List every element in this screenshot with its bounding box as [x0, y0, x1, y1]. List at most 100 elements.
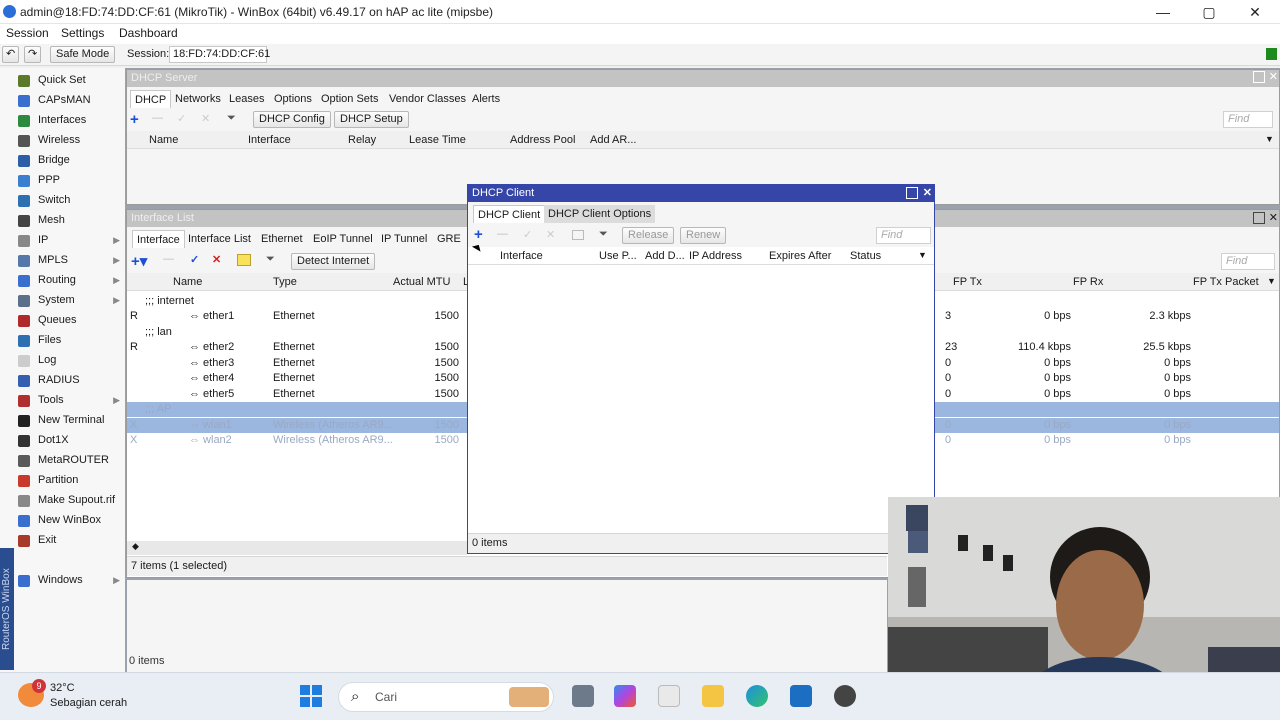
col-fp-tx-packet[interactable]: FP Tx Packet: [1193, 276, 1259, 288]
sidebar-item-new-terminal[interactable]: New Terminal: [16, 411, 124, 430]
renew-button[interactable]: Renew: [680, 227, 727, 244]
interface-tab-1[interactable]: Interface List: [184, 230, 255, 248]
columns-dropdown-icon[interactable]: ▼: [918, 250, 927, 260]
dhcp-config-button[interactable]: DHCP Config: [253, 111, 331, 128]
dhcp-server-tab-3[interactable]: Options: [270, 90, 316, 108]
sidebar-item-capsman[interactable]: CAPsMAN: [16, 91, 124, 110]
tab-dhcp-client[interactable]: DHCP Client: [473, 205, 546, 223]
dhcp-server-tab-6[interactable]: Alerts: [468, 90, 504, 108]
col-status[interactable]: Status: [850, 250, 881, 262]
session-field[interactable]: 18:FD:74:DD:CF:61: [169, 46, 270, 63]
sidebar-item-wireless[interactable]: Wireless: [16, 131, 124, 150]
interface-tab-3[interactable]: EoIP Tunnel: [309, 230, 377, 248]
col-type[interactable]: Type: [273, 276, 297, 288]
sidebar-item-log[interactable]: Log: [16, 351, 124, 370]
sidebar-item-bridge[interactable]: Bridge: [16, 151, 124, 170]
sidebar-item-files[interactable]: Files: [16, 331, 124, 350]
interface-tab-4[interactable]: IP Tunnel: [377, 230, 431, 248]
sidebar-item-routing[interactable]: Routing ▶: [16, 271, 124, 290]
remove-icon[interactable]: —: [163, 253, 174, 265]
dhcp-server-tab-5[interactable]: Vendor Classes: [385, 90, 470, 108]
detect-internet-button[interactable]: Detect Internet: [291, 253, 376, 270]
sidebar-item-mpls[interactable]: MPLS ▶: [16, 251, 124, 270]
interface-find-input[interactable]: Find: [1221, 253, 1275, 270]
disable-icon[interactable]: ✕: [201, 112, 210, 125]
sidebar-item-mesh[interactable]: Mesh: [16, 211, 124, 230]
sidebar-item-metarouter[interactable]: MetaROUTER: [16, 451, 124, 470]
horizontal-scrollbar[interactable]: ◆: [127, 541, 467, 555]
enable-icon[interactable]: ✓: [177, 112, 186, 125]
col-interface[interactable]: Interface: [248, 134, 291, 146]
col-relay[interactable]: Relay: [348, 134, 376, 146]
close-icon[interactable]: ✕: [923, 186, 932, 199]
redo-button[interactable]: ↷: [24, 46, 42, 63]
dhcp-server-tab-1[interactable]: Networks: [171, 90, 225, 108]
sidebar-item-radius[interactable]: RADIUS: [16, 371, 124, 390]
dhcp-setup-button[interactable]: DHCP Setup: [334, 111, 409, 128]
disable-icon[interactable]: ✕: [546, 228, 555, 241]
col-add-default[interactable]: Add D...: [645, 250, 685, 262]
comment-icon[interactable]: [572, 230, 584, 240]
close-icon[interactable]: ✕: [1269, 211, 1278, 224]
col-name[interactable]: Name: [173, 276, 202, 288]
col-expires-after[interactable]: Expires After: [769, 250, 831, 262]
col-fp-tx[interactable]: FP Tx: [953, 276, 982, 288]
sidebar-item-exit[interactable]: Exit: [16, 531, 124, 550]
dhcp-server-tab-2[interactable]: Leases: [225, 90, 268, 108]
sidebar-item-quick-set[interactable]: Quick Set: [16, 71, 124, 90]
filter-icon[interactable]: ⏷: [227, 112, 236, 125]
app-icon[interactable]: [790, 685, 812, 707]
dhcp-client-find-input[interactable]: Find: [876, 227, 931, 244]
col-add-arp[interactable]: Add AR...: [590, 134, 636, 146]
sidebar-item-ip[interactable]: IP ▶: [16, 231, 124, 250]
close-button[interactable]: ✕: [1232, 0, 1278, 24]
menu-session[interactable]: Session: [6, 26, 49, 40]
copilot-icon[interactable]: [614, 685, 636, 707]
restore-icon[interactable]: [1253, 212, 1265, 224]
sidebar-item-interfaces[interactable]: Interfaces: [16, 111, 124, 130]
close-icon[interactable]: ✕: [1269, 70, 1278, 83]
comment-icon[interactable]: [237, 254, 251, 266]
sidebar-item-new-winbox[interactable]: New WinBox: [16, 511, 124, 530]
col-lease-time[interactable]: Lease Time: [409, 134, 466, 146]
scroll-left-icon[interactable]: ◆: [132, 541, 139, 552]
winbox-taskbar-icon[interactable]: [834, 685, 856, 707]
dhcp-server-tab-0[interactable]: DHCP: [130, 90, 172, 108]
add-icon[interactable]: +▾: [131, 252, 147, 270]
columns-dropdown-icon[interactable]: ▼: [1265, 134, 1274, 144]
interface-tab-0[interactable]: Interface: [132, 230, 185, 248]
col-actual-mtu[interactable]: Actual MTU: [393, 276, 450, 288]
restore-icon[interactable]: [906, 187, 918, 199]
enable-icon[interactable]: ✓: [190, 253, 199, 266]
menu-settings[interactable]: Settings: [61, 26, 104, 40]
sidebar-item-queues[interactable]: Queues: [16, 311, 124, 330]
col-fp-rx[interactable]: FP Rx: [1073, 276, 1103, 288]
undo-button[interactable]: ↶: [2, 46, 20, 63]
sidebar-item-windows[interactable]: Windows ▶: [16, 571, 124, 590]
add-icon[interactable]: +: [474, 226, 483, 243]
sidebar-item-system[interactable]: System ▶: [16, 291, 124, 310]
remove-icon[interactable]: —: [497, 228, 508, 240]
sidebar-item-tools[interactable]: Tools ▶: [16, 391, 124, 410]
enable-icon[interactable]: ✓: [523, 228, 532, 241]
tab-dhcp-client-options[interactable]: DHCP Client Options: [544, 205, 656, 223]
col-ip-address[interactable]: IP Address: [689, 250, 742, 262]
dhcp-server-find-input[interactable]: Find: [1223, 111, 1273, 128]
store-icon[interactable]: [658, 685, 680, 707]
sidebar-item-partition[interactable]: Partition: [16, 471, 124, 490]
col-interface[interactable]: Interface: [500, 250, 543, 262]
col-address-pool[interactable]: Address Pool: [510, 134, 575, 146]
dhcp-server-tab-4[interactable]: Option Sets: [317, 90, 382, 108]
filter-icon[interactable]: ⏷: [266, 253, 275, 266]
release-button[interactable]: Release: [622, 227, 675, 244]
task-view-icon[interactable]: [572, 685, 594, 707]
minimize-button[interactable]: —: [1140, 0, 1186, 24]
remove-icon[interactable]: —: [152, 112, 170, 128]
columns-dropdown-icon[interactable]: ▼: [1267, 276, 1276, 286]
col-use-peer[interactable]: Use P...: [599, 250, 637, 262]
file-explorer-icon[interactable]: [702, 685, 724, 707]
sidebar-item-make-supout-rif[interactable]: Make Supout.rif: [16, 491, 124, 510]
interface-tab-2[interactable]: Ethernet: [257, 230, 307, 248]
edge-icon[interactable]: [746, 685, 768, 707]
maximize-button[interactable]: ▢: [1186, 0, 1232, 24]
